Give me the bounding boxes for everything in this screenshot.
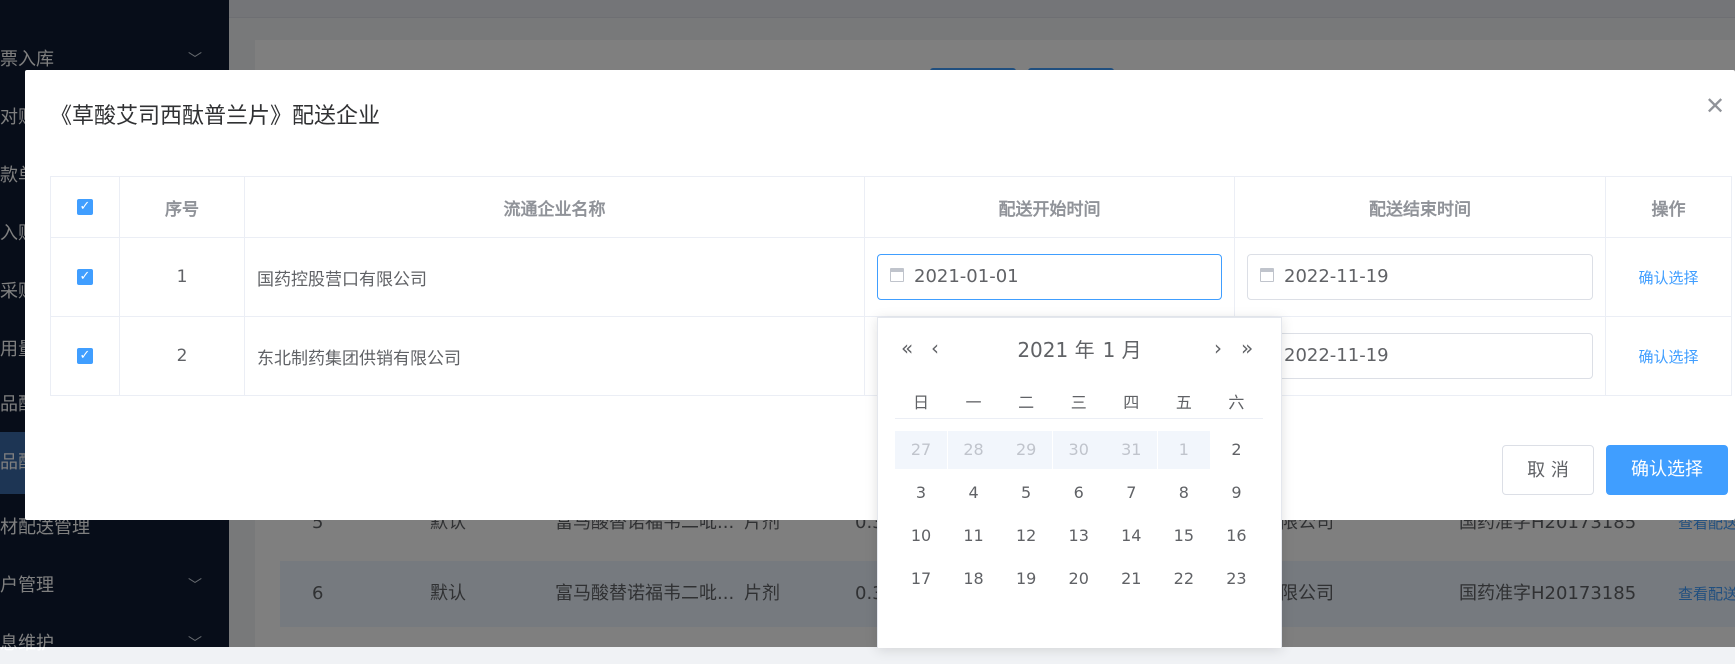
- week-row: 3456789: [895, 474, 1263, 512]
- calendar-icon: [1260, 268, 1274, 282]
- weekday-label: 二: [1018, 393, 1035, 412]
- end-date-input[interactable]: 2022-11-19: [1247, 333, 1593, 379]
- day-cell[interactable]: 31: [1105, 431, 1158, 469]
- cell-action: 确认选择: [1605, 316, 1732, 396]
- day-cell[interactable]: 3: [895, 474, 947, 512]
- column-header: 操作: [1605, 176, 1732, 238]
- week-row: 17 18 19 20 21 22 23: [895, 560, 1263, 598]
- confirm-select-link[interactable]: 确认选择: [1638, 269, 1698, 287]
- column-header: 配送开始时间: [864, 176, 1235, 238]
- day-cell[interactable]: 8: [1158, 474, 1210, 512]
- cell-action: 确认选择: [1605, 237, 1732, 317]
- weekday-label: 一: [965, 393, 982, 412]
- table-header-row: ✓ 序号 流通企业名称 配送开始时间 配送结束时间 操作: [50, 176, 1732, 238]
- end-date-value: 2022-11-19: [1284, 266, 1389, 287]
- day-cell[interactable]: 12: [1000, 517, 1052, 555]
- calendar-icon: [890, 268, 904, 282]
- day-cell[interactable]: 30: [1052, 431, 1105, 469]
- day-cell[interactable]: 7: [1105, 474, 1157, 512]
- day-cell[interactable]: 16: [1210, 517, 1262, 555]
- start-date-input[interactable]: 2021-01-01: [877, 254, 1222, 300]
- column-header: 序号: [119, 176, 245, 238]
- day-cell[interactable]: 11: [948, 517, 1000, 555]
- cell-index: 1: [119, 237, 245, 317]
- day-cell[interactable]: 10: [895, 517, 947, 555]
- weekday-label: 三: [1070, 393, 1087, 412]
- day-cell[interactable]: 27: [895, 431, 947, 469]
- dialog-title: 《草酸艾司西酞普兰片》配送企业: [50, 104, 381, 129]
- weekday-label: 四: [1123, 393, 1140, 412]
- day-cell[interactable]: 20: [1053, 560, 1105, 598]
- column-header: 流通企业名称: [244, 176, 865, 238]
- confirm-select-link[interactable]: 确认选择: [1638, 348, 1698, 366]
- select-all-checkbox[interactable]: ✓: [77, 199, 93, 215]
- day-cell[interactable]: 14: [1105, 517, 1157, 555]
- cell-company-name: 东北制药集团供销有限公司: [244, 316, 865, 396]
- week-row: 10 11 12 13 14 15 16: [895, 517, 1263, 555]
- day-cell[interactable]: 15: [1158, 517, 1210, 555]
- picker-year[interactable]: 2021 年: [1017, 338, 1094, 362]
- weekday-label: 五: [1175, 393, 1192, 412]
- column-header: 配送结束时间: [1234, 176, 1606, 238]
- checkbox-cell: ✓: [50, 237, 120, 317]
- cell-index: 2: [119, 316, 245, 396]
- cell-end-date: 2022-11-19: [1234, 316, 1606, 396]
- date-picker-panel: « ‹ 2021 年1 月 › » 日一二三四五六 27 28 29 30 31 1 2 3 4…: [877, 317, 1282, 648]
- cell-start-date: 2021-01-01: [864, 237, 1235, 317]
- table-row: ✓ 1 国药控股营口有限公司 2021-01-01 2022-11-19 确认选…: [50, 237, 1732, 317]
- day-cell[interactable]: 9: [1210, 474, 1262, 512]
- cell-end-date: 2022-11-19: [1234, 237, 1606, 317]
- day-cell[interactable]: 5: [1000, 474, 1052, 512]
- weekday-header: 日一二三四五六: [895, 388, 1263, 419]
- select-all-cell: ✓: [50, 176, 120, 238]
- day-cell[interactable]: 4: [948, 474, 1000, 512]
- row-checkbox[interactable]: ✓: [77, 348, 93, 364]
- day-cell[interactable]: 22: [1158, 560, 1210, 598]
- day-cell[interactable]: 17: [895, 560, 947, 598]
- cell-company-name: 国药控股营口有限公司: [244, 237, 865, 317]
- day-cell[interactable]: 19: [1000, 560, 1052, 598]
- next-month-icon[interactable]: ›: [1214, 336, 1222, 360]
- week-row: 27 28 29 30 31 1 2: [895, 431, 1263, 469]
- day-cell[interactable]: 21: [1105, 560, 1157, 598]
- end-date-input[interactable]: 2022-11-19: [1247, 254, 1593, 300]
- day-cell[interactable]: 6: [1053, 474, 1105, 512]
- end-date-value: 2022-11-19: [1284, 345, 1389, 366]
- close-icon[interactable]: ✕: [1705, 92, 1725, 120]
- picker-month[interactable]: 1 月: [1103, 338, 1142, 362]
- checkbox-cell: ✓: [50, 316, 120, 396]
- next-year-icon[interactable]: »: [1241, 336, 1253, 360]
- row-checkbox[interactable]: ✓: [77, 269, 93, 285]
- day-cell[interactable]: 1: [1157, 431, 1210, 469]
- day-cell[interactable]: 28: [947, 431, 1000, 469]
- weekday-label: 六: [1228, 393, 1245, 412]
- day-cell[interactable]: 29: [1000, 431, 1053, 469]
- cancel-button[interactable]: 取 消: [1502, 445, 1594, 495]
- confirm-button[interactable]: 确认选择: [1606, 445, 1728, 495]
- day-cell[interactable]: 13: [1053, 517, 1105, 555]
- start-date-value: 2021-01-01: [914, 266, 1019, 287]
- day-cell[interactable]: 2: [1210, 431, 1262, 469]
- weekday-label: 日: [912, 393, 929, 412]
- day-cell[interactable]: 23: [1210, 560, 1262, 598]
- day-cell[interactable]: 18: [948, 560, 1000, 598]
